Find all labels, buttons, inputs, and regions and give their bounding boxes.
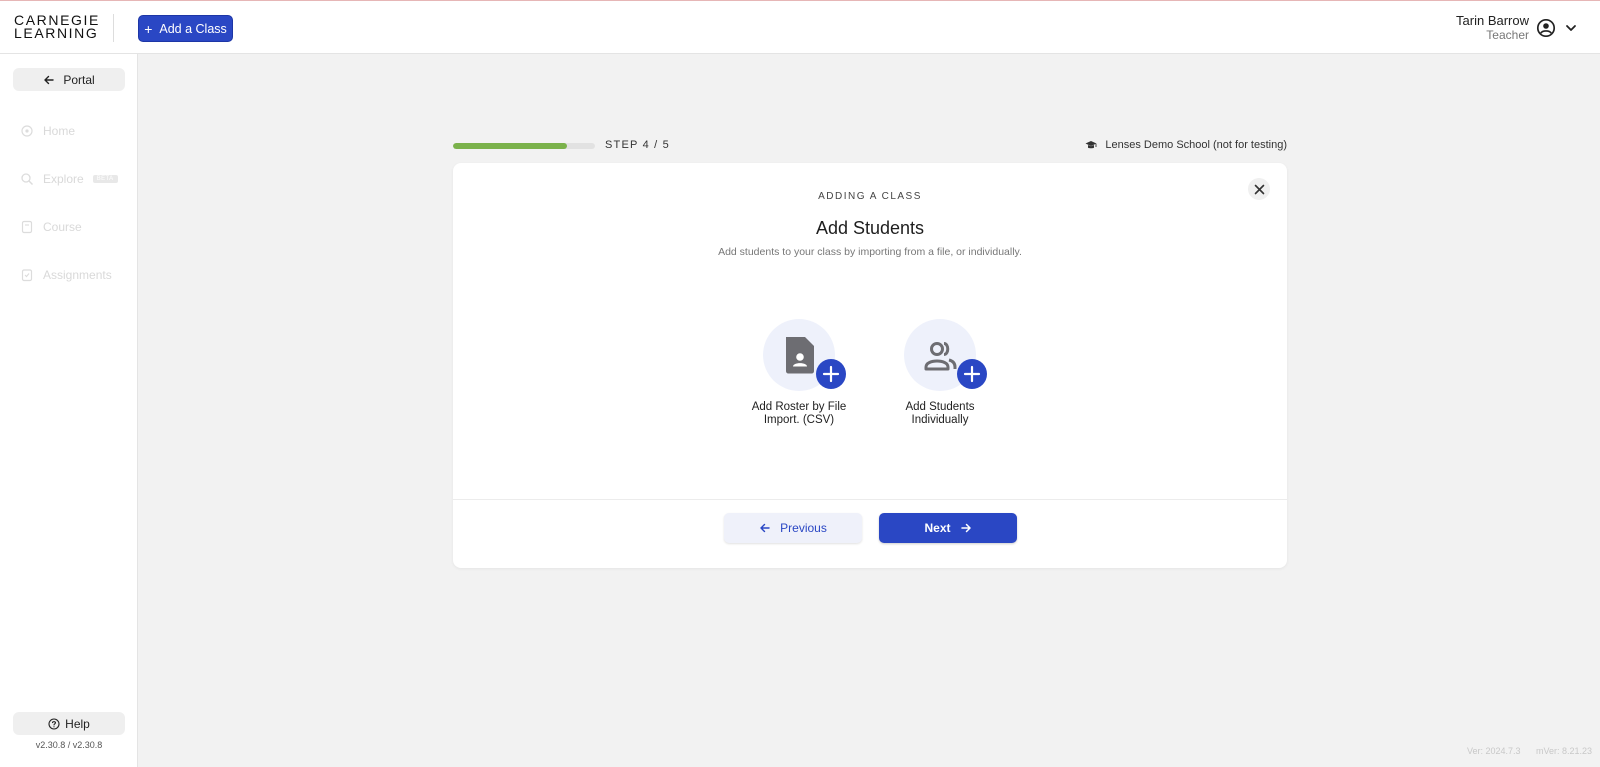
help-label: Help [65, 716, 90, 731]
portal-button[interactable]: Portal [13, 68, 125, 91]
option-icon-circle [904, 319, 987, 391]
school-name: Lenses Demo School (not for testing) [1085, 139, 1287, 151]
progress-bar-fill [453, 143, 567, 149]
beta-badge: BETA [92, 175, 118, 183]
sidebar-item-home[interactable]: Home [20, 124, 75, 138]
sidebar-item-explore[interactable]: Explore BETA [20, 172, 118, 186]
file-person-icon [786, 337, 814, 374]
arrow-right-icon [960, 523, 971, 533]
sidebar-item-label: Course [43, 220, 82, 234]
sidebar-item-assignments[interactable]: Assignments [20, 268, 112, 282]
people-icon [924, 342, 957, 371]
user-name: Tarin Barrow [1456, 13, 1529, 28]
add-class-wizard-card: ADDING A CLASS Add Students Add students… [453, 163, 1287, 568]
card-eyebrow: ADDING A CLASS [818, 191, 922, 202]
previous-button[interactable]: Previous [724, 513, 862, 543]
sidebar-item-label: Explore [43, 172, 84, 186]
plus-icon [957, 359, 987, 389]
course-icon [21, 220, 33, 234]
option-label-line: Individually [911, 414, 969, 426]
sidebar-item-course[interactable]: Course [20, 220, 82, 234]
user-role: Teacher [1486, 28, 1529, 42]
arrow-left-icon [44, 75, 55, 84]
next-button[interactable]: Next [879, 513, 1017, 543]
graduation-cap-icon [1085, 141, 1097, 149]
carnegie-learning-logo[interactable]: CARNEGIE LEARNING [14, 13, 100, 41]
user-info: Tarin Barrow Teacher [1456, 13, 1529, 42]
help-circle-icon [48, 717, 60, 730]
plus-icon [816, 359, 846, 389]
home-icon [21, 125, 33, 137]
plus-icon: + [144, 20, 153, 37]
step-indicator: STEP 4 / 5 [605, 139, 670, 151]
footer-version: Ver: 2024.7.3 [1467, 746, 1521, 756]
footer-mversion: mVer: 8.21.23 [1536, 746, 1593, 756]
option-label-line: Add Students [905, 401, 975, 413]
chevron-down-icon[interactable] [1564, 21, 1578, 35]
header-divider [113, 14, 114, 42]
add-class-label: Add a Class [159, 21, 227, 36]
page-subtitle: Add students to your class by importing … [718, 246, 1022, 258]
progress-bar [453, 143, 595, 149]
sidebar-item-label: Assignments [43, 268, 112, 282]
add-students-individually-option[interactable]: Add Students Individually [885, 319, 995, 427]
option-icon-circle [763, 319, 846, 391]
help-button[interactable]: Help [13, 712, 125, 735]
arrow-left-icon [760, 523, 770, 533]
previous-label: Previous [780, 521, 827, 535]
app-version: v2.30.8 / v2.30.8 [35, 740, 103, 750]
search-icon [21, 173, 33, 185]
add-roster-csv-option[interactable]: Add Roster by File Import. (CSV) [744, 319, 854, 427]
portal-label: Portal [63, 72, 95, 87]
add-class-button[interactable]: + Add a Class [138, 15, 233, 42]
card-footer-divider [453, 499, 1287, 500]
option-label: Add Students Individually [885, 401, 995, 427]
page-title: Add Students [815, 218, 925, 238]
sidebar: Portal Home Explore BETA Course Assignme… [0, 54, 138, 767]
top-bar: CARNEGIE LEARNING + Add a Class Tarin Ba… [0, 0, 1600, 54]
school-label: Lenses Demo School (not for testing) [1105, 139, 1287, 151]
sidebar-item-label: Home [43, 124, 76, 138]
assignments-icon [21, 269, 33, 282]
option-label-line: Add Roster by File [751, 401, 847, 413]
option-label: Add Roster by File Import. (CSV) [744, 401, 854, 427]
account-circle-icon[interactable] [1536, 18, 1556, 38]
next-label: Next [924, 521, 951, 535]
option-label-line: Import. (CSV) [763, 414, 835, 426]
logo-line-2: LEARNING [14, 25, 99, 41]
